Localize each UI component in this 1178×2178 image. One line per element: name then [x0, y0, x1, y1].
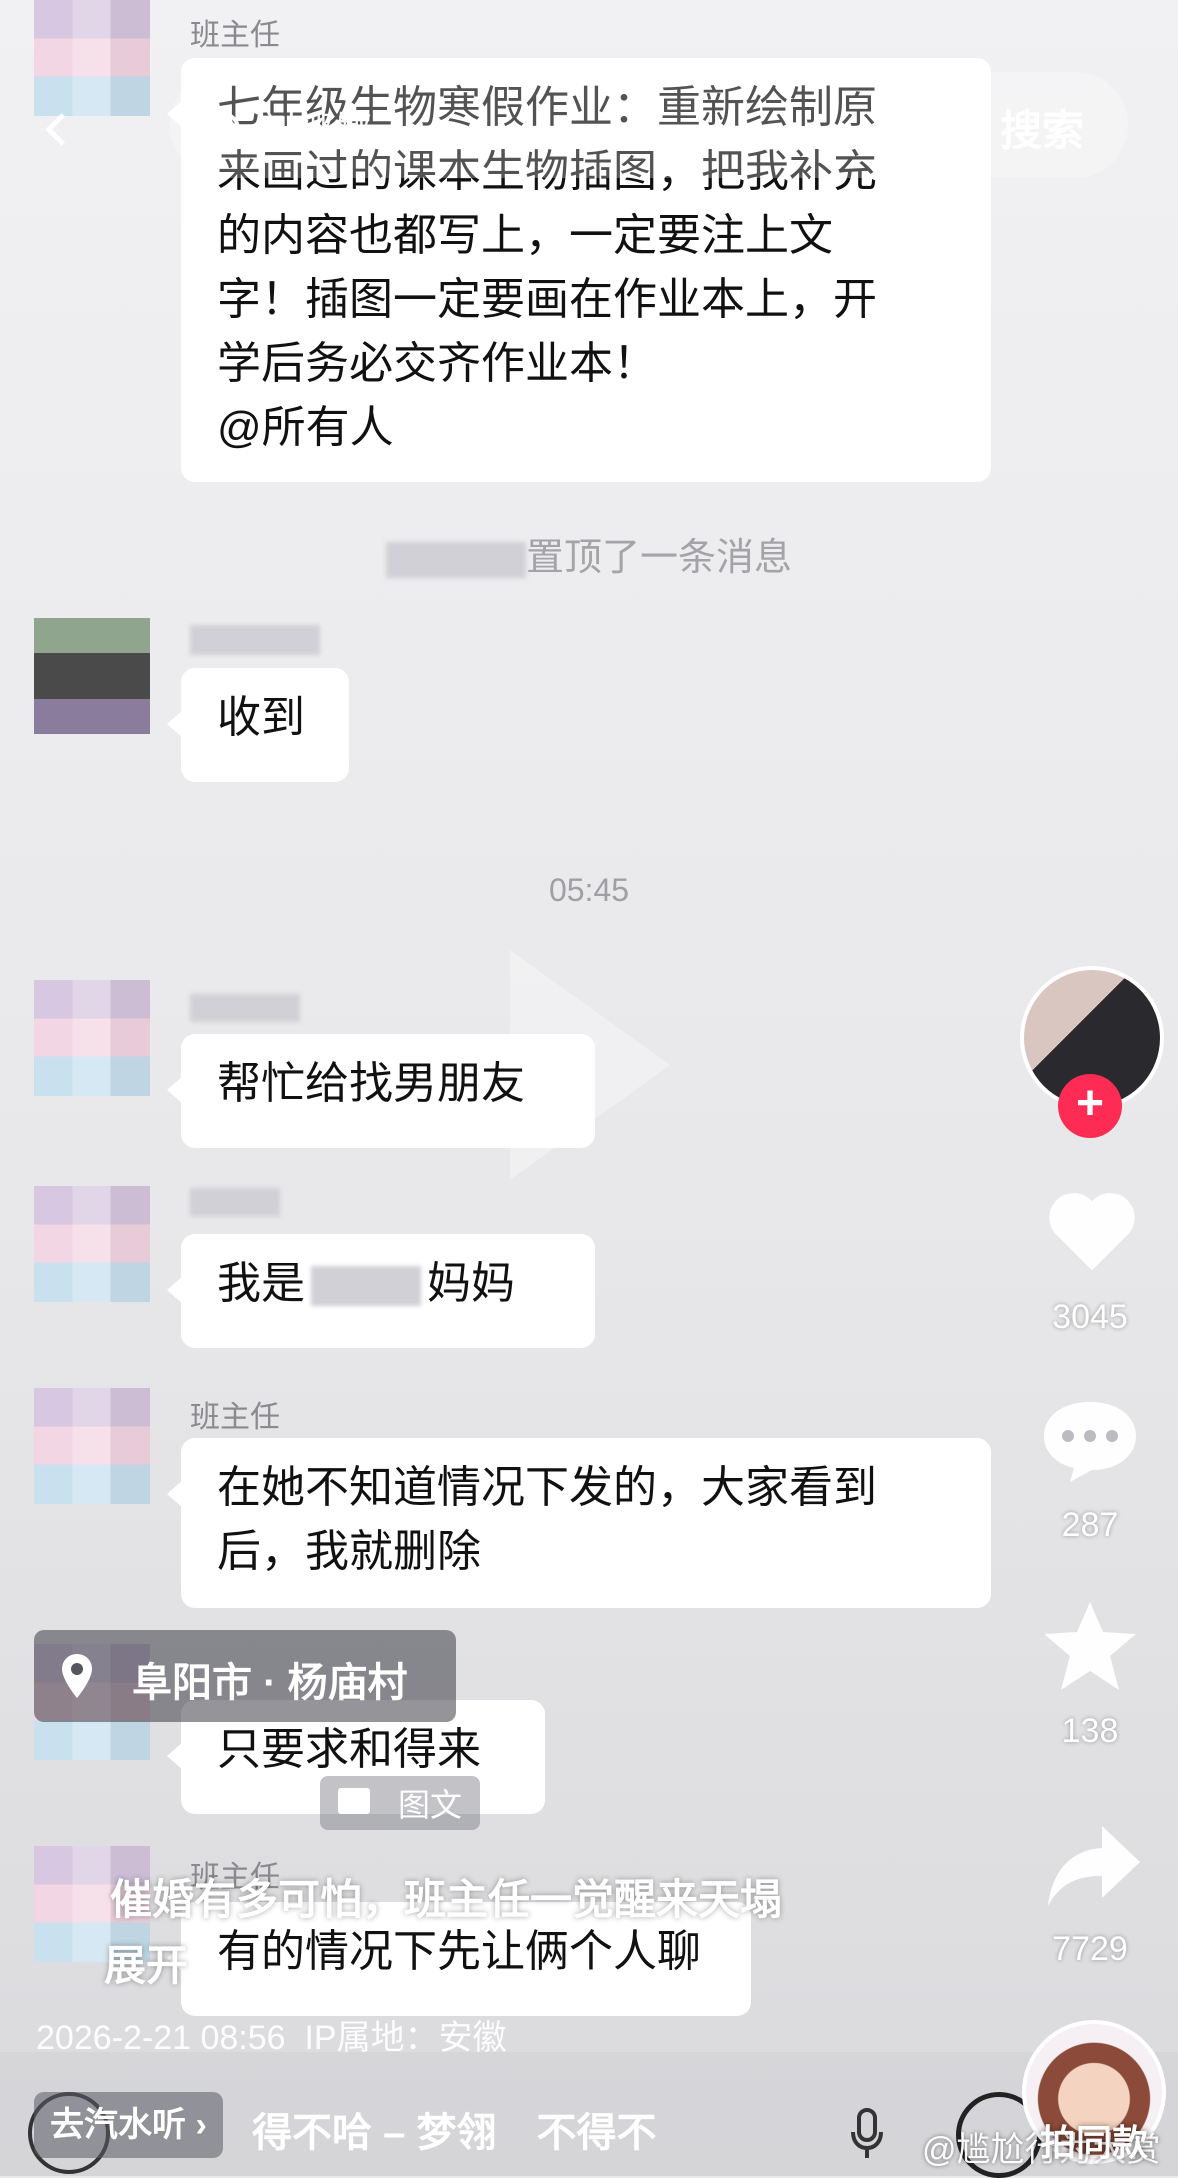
avatar[interactable]	[34, 980, 150, 1096]
message-text: 有的情况下先让俩个人聊	[217, 1927, 701, 1976]
image-icon	[338, 1788, 370, 1814]
sender-name	[190, 622, 320, 656]
message-line: 的内容也都写上，一定要注上文	[217, 211, 833, 260]
message-line: 字！插图一定要画在作业本上，开	[217, 275, 877, 324]
redacted-name	[311, 1266, 421, 1307]
microphone-icon[interactable]	[850, 2108, 884, 2160]
sender-name: 班主任	[190, 19, 280, 52]
message-line: 在她不知道情况下发的，大家看到	[217, 1463, 877, 1512]
avatar[interactable]	[34, 1186, 150, 1302]
search-query[interactable]: 刘娜娜	[258, 100, 372, 155]
video-caption[interactable]: 催婚有多可怕，班主任一觉醒来天塌	[110, 1866, 782, 1927]
message-line: 学后务必交齐作业本！	[217, 339, 657, 388]
message-text: 只要求和得来	[217, 1725, 481, 1774]
avatar[interactable]	[34, 618, 150, 734]
redacted-name	[190, 1188, 280, 1217]
message-line: 后，我就删除	[217, 1527, 481, 1576]
redacted-name	[385, 541, 526, 578]
expand-link[interactable]: 展开	[104, 1932, 188, 1993]
redacted-name	[190, 994, 300, 1023]
content-type-label: 图文	[398, 1787, 463, 1823]
follow-button[interactable]: +	[1058, 1074, 1122, 1138]
search-icon	[206, 112, 240, 146]
message-bubble[interactable]: 我是 妈妈	[167, 1234, 595, 1348]
music-app-chip[interactable]: 去汽水听 ›	[34, 2092, 223, 2158]
message-text-prefix: 我是	[217, 1259, 305, 1308]
message-text: 收到	[217, 693, 305, 742]
avatar[interactable]	[34, 0, 150, 116]
same-style-button[interactable]: 拍同款	[1040, 2114, 1148, 2166]
song-title[interactable]: 得不哈 – 梦翎 不得不	[252, 2100, 656, 2158]
search-button[interactable]: 搜索	[1000, 97, 1084, 158]
chat-timestamp: 05:45	[548, 872, 630, 908]
avatar[interactable]	[34, 1388, 150, 1504]
sender-name	[190, 990, 300, 1024]
sender-name: 班主任	[190, 1401, 280, 1434]
sender-name	[190, 1184, 280, 1218]
star-icon[interactable]	[1040, 1596, 1140, 1696]
message-text: 帮忙给找男朋友	[217, 1059, 525, 1108]
message-bubble[interactable]: 帮忙给找男朋友	[167, 1034, 595, 1148]
location-pin-icon	[62, 1654, 92, 1698]
pinned-notice-text: 置顶了一条消息	[525, 537, 792, 579]
heart-icon[interactable]	[1044, 1184, 1140, 1280]
message-bubble[interactable]: 在她不知道情况下发的，大家看到 后，我就删除	[167, 1438, 991, 1608]
location-chip[interactable]: 阜阳市 · 杨庙村	[34, 1630, 456, 1722]
pinned-notice: 置顶了一条消息	[0, 526, 1178, 581]
share-count: 7729	[1052, 1930, 1128, 1968]
comment-icon[interactable]	[1040, 1394, 1140, 1484]
share-icon[interactable]	[1044, 1820, 1144, 1910]
message-line: @所有人	[217, 403, 394, 452]
comment-count: 287	[1061, 1506, 1119, 1544]
favorite-count: 138	[1061, 1712, 1119, 1750]
message-text-suffix: 妈妈	[427, 1259, 515, 1308]
message-bubble[interactable]: 收到	[167, 668, 349, 782]
like-count: 3045	[1052, 1298, 1128, 1336]
location-text: 阜阳市 · 杨庙村	[132, 1661, 408, 1705]
redacted-name	[190, 625, 320, 656]
